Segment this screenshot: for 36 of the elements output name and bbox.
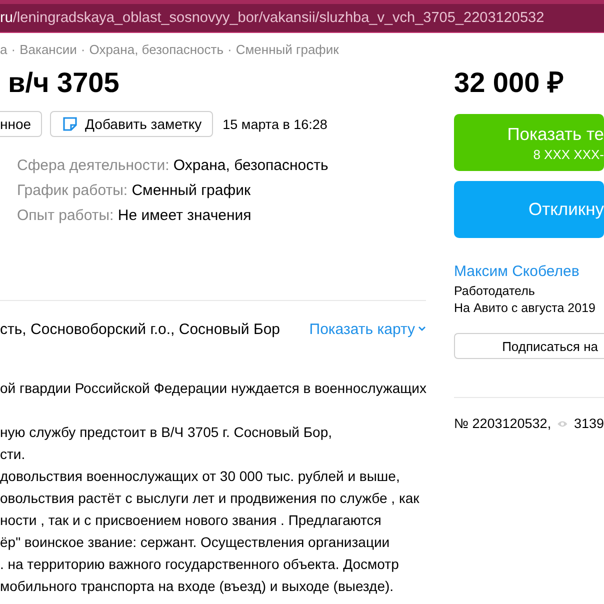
description-line: ности , так и с присвоением нового звания . Предлагаются xyxy=(0,511,382,530)
seller-role: Работодатель xyxy=(454,283,536,300)
description-line: овольствия растёт с выслуги лет и продвижения по службе , как xyxy=(0,489,420,508)
description-line: ой гвардии Российской Федерации нуждается в военнослужащих xyxy=(0,379,426,398)
view-count: 3139 xyxy=(574,416,604,431)
price: 32 000 ₽ xyxy=(454,66,564,100)
breadcrumb-link[interactable]: Сменный график xyxy=(236,42,339,57)
breadcrumb-separator: · xyxy=(228,42,232,57)
ad-title: в/ч 3705 xyxy=(8,66,120,100)
description-line: ную службу предстоит в В/Ч 3705 г. Сосновый Бор, xyxy=(0,423,332,442)
description-line: довольствия военнослужащих от 30 000 тыс. рублей и выше, xyxy=(0,467,400,486)
description-line: сти. xyxy=(0,445,26,464)
show-phone-button[interactable]: Показать те 8 XXX XXX- xyxy=(454,114,604,171)
subscribe-button[interactable]: Подписаться на xyxy=(454,333,604,359)
seller-since: На Авито с августа 2019 xyxy=(454,300,596,317)
breadcrumb-separator: · xyxy=(11,42,16,57)
breadcrumb-separator: · xyxy=(80,42,86,57)
publish-date: 15 марта в 16:28 xyxy=(222,116,328,132)
show-map-link[interactable]: Показать карту xyxy=(309,320,426,338)
description-line: мобильного транспорта на входе (въезд) и выходе (выезде). xyxy=(0,577,394,596)
respond-button[interactable]: Откликну xyxy=(454,181,604,238)
add-note-button[interactable]: Добавить заметку xyxy=(50,111,213,137)
ad-number: № 2203120532, xyxy=(454,416,552,431)
param-row-text: Сфера деятельности: Охрана, безопасность xyxy=(17,157,330,176)
param-row-text: Опыт работы: Не имеет значения xyxy=(17,207,252,226)
breadcrumb-link[interactable]: Вакансии xyxy=(20,42,77,57)
breadcrumb-link[interactable]: а xyxy=(0,42,8,57)
breadcrumb-link[interactable]: Охрана, безопасность xyxy=(89,42,224,57)
address-text: сть, Сосновоборский г.о., Сосновый Бор xyxy=(0,320,280,338)
param-row-text: График работы: Сменный график xyxy=(17,182,252,201)
chevron-down-icon xyxy=(418,326,426,332)
favorite-button[interactable]: нное xyxy=(0,111,42,137)
description-line: ёр" воинское звание: сержант. Осуществления организации xyxy=(0,533,390,552)
seller-name-link[interactable]: Максим Скобелев xyxy=(454,263,604,283)
description-line: . на территорию важного государственного объекта. Досмотр xyxy=(0,555,399,574)
note-icon xyxy=(61,115,80,133)
